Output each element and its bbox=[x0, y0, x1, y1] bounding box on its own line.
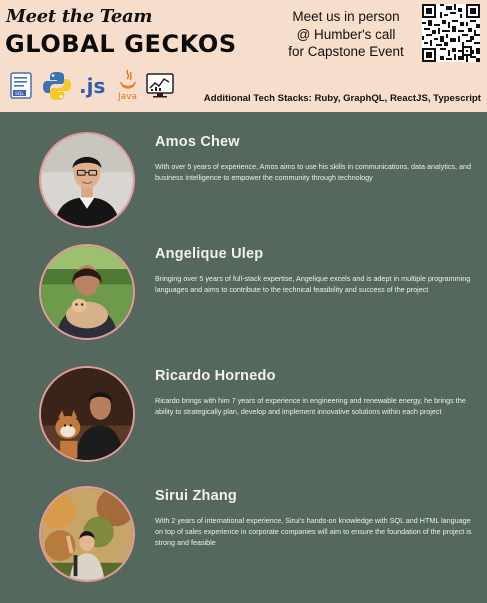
sql-database-icon: SQL bbox=[10, 72, 32, 99]
avatar bbox=[39, 366, 135, 462]
python-icon bbox=[43, 72, 71, 100]
event-line: @ Humber's call bbox=[296, 26, 396, 42]
member-name: Sirui Zhang bbox=[155, 488, 237, 504]
member-bio: With over 5 years of experience, Amos ai… bbox=[155, 162, 471, 182]
member-card: Angelique Ulep Bringing over 5 years of … bbox=[0, 244, 487, 354]
member-name: Angelique Ulep bbox=[155, 246, 264, 262]
team-name-heading: GLOBAL GECKOS bbox=[5, 30, 237, 58]
avatar bbox=[39, 486, 135, 582]
javascript-icon: .js bbox=[79, 74, 105, 98]
svg-text:.js: .js bbox=[79, 74, 105, 98]
event-info: Meet us in person @ Humber's call for Ca… bbox=[276, 8, 416, 61]
meet-the-team-title: Meet the Team bbox=[6, 6, 153, 27]
member-card: Sirui Zhang With 2 years of internationa… bbox=[0, 486, 487, 596]
data-analytics-icon bbox=[146, 73, 174, 98]
header-banner: Meet the Team GLOBAL GECKOS Meet us in p… bbox=[0, 0, 487, 112]
qr-code-icon[interactable] bbox=[422, 4, 480, 62]
svg-text:SQL: SQL bbox=[15, 91, 24, 97]
member-card: Amos Chew With over 5 years of experienc… bbox=[0, 132, 487, 242]
event-line: for Capstone Event bbox=[288, 44, 404, 59]
avatar bbox=[39, 244, 135, 340]
member-name: Ricardo Hornedo bbox=[155, 368, 276, 384]
tech-icons-row: SQL .js Java bbox=[9, 68, 175, 104]
member-bio: Bringing over 5 years of full-stack expe… bbox=[155, 274, 471, 294]
member-name: Amos Chew bbox=[155, 134, 240, 150]
svg-text:Java: Java bbox=[117, 92, 137, 102]
java-icon: Java bbox=[117, 69, 137, 102]
additional-tech-stacks: Additional Tech Stacks: Ruby, GraphQL, R… bbox=[203, 93, 481, 104]
member-card: Ricardo Hornedo Ricardo brings with him … bbox=[0, 366, 487, 476]
member-bio: Ricardo brings with him 7 years of exper… bbox=[155, 396, 466, 416]
avatar bbox=[39, 132, 135, 228]
event-line: Meet us in person bbox=[292, 9, 400, 24]
member-bio: With 2 years of international experience… bbox=[155, 516, 472, 547]
